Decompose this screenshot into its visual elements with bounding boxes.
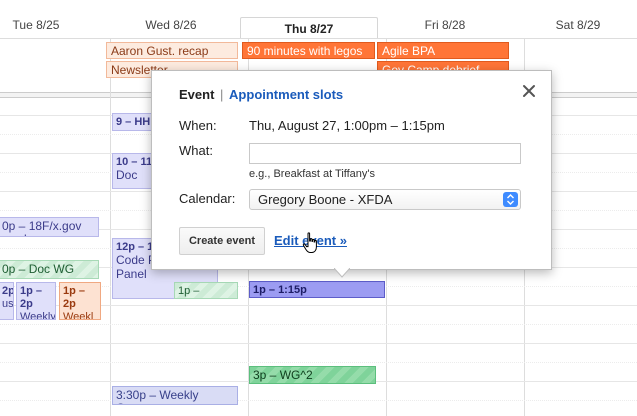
when-label: When: <box>179 118 217 133</box>
calendar-select[interactable]: Gregory Boone - XFDA <box>249 189 521 210</box>
hand-pointer-icon <box>302 232 317 253</box>
chevron-updown-icon <box>503 192 518 207</box>
calendar-event[interactable]: 1p – Testing <box>174 282 238 299</box>
all-day-event[interactable]: Aaron Gust. recap <box>106 42 238 59</box>
create-event-button[interactable]: Create event <box>179 227 265 255</box>
close-icon[interactable] <box>521 83 537 99</box>
tab-event[interactable]: Event <box>179 87 214 102</box>
what-label: What: <box>179 143 213 158</box>
all-day-event[interactable]: 90 minutes with legos <box>242 42 375 59</box>
column-divider <box>110 38 111 416</box>
day-header-wed[interactable]: Wed 8/26 <box>102 18 240 32</box>
tab-separator: | <box>220 87 224 102</box>
selected-time-slot[interactable]: 1p – 1:15p <box>249 281 385 298</box>
event-time: 1p – 2p <box>20 285 43 310</box>
quick-add-popup: Event | Appointment slots When: Thu, Aug… <box>151 70 552 270</box>
calendar-event[interactable]: 1p – 2p Weekl y Blog <box>59 282 101 320</box>
calendar-event[interactable]: 0p – 18F/x.gov week <box>0 217 99 237</box>
event-title: 1p – Testing <box>178 285 200 297</box>
when-value: Thu, August 27, 1:00pm – 1:15pm <box>249 118 445 133</box>
event-title: Weekl y Blog <box>63 311 94 320</box>
day-header-thu[interactable]: Thu 8/27 <box>240 17 378 39</box>
calendar-label: Calendar: <box>179 191 236 206</box>
event-title: Doc <box>116 168 138 182</box>
event-title: us <box>2 298 14 310</box>
half-hour-line <box>0 362 637 363</box>
what-input[interactable] <box>249 143 521 164</box>
calendar-event[interactable]: 3p – WG^2 <box>249 366 376 384</box>
tab-appointment-slots[interactable]: Appointment slots <box>229 87 343 102</box>
day-header-sat[interactable]: Sat 8/29 <box>509 18 637 32</box>
what-hint: e.g., Breakfast at Tiffany's <box>249 168 376 180</box>
half-hour-line <box>0 324 637 325</box>
popup-pointer <box>334 268 350 278</box>
event-title: 9 – HH <box>116 116 151 128</box>
event-time: 10 – 11 <box>116 156 153 168</box>
event-time: 2p <box>2 285 14 297</box>
event-time: 1p – 2p <box>63 285 86 310</box>
day-header-fri[interactable]: Fri 8/28 <box>376 18 514 32</box>
popup-tabs: Event | Appointment slots <box>179 87 343 102</box>
calendar-select-value: Gregory Boone - XFDA <box>258 192 393 207</box>
hour-line <box>0 343 637 344</box>
half-hour-line <box>0 400 637 401</box>
calendar-event[interactable]: 2p us <box>0 282 14 320</box>
event-time: 12p – 1 <box>116 241 154 253</box>
day-header-tue[interactable]: Tue 8/25 <box>0 18 105 32</box>
event-title: Weekly Blog <box>20 311 56 320</box>
all-day-event[interactable]: Agile BPA <box>377 42 509 59</box>
calendar-event[interactable]: 0p – Doc WG <box>0 260 99 279</box>
calendar-event[interactable]: 3:30p – Weekly Comms <box>112 386 238 405</box>
calendar-event[interactable]: 1p – 2p Weekly Blog <box>16 282 56 320</box>
